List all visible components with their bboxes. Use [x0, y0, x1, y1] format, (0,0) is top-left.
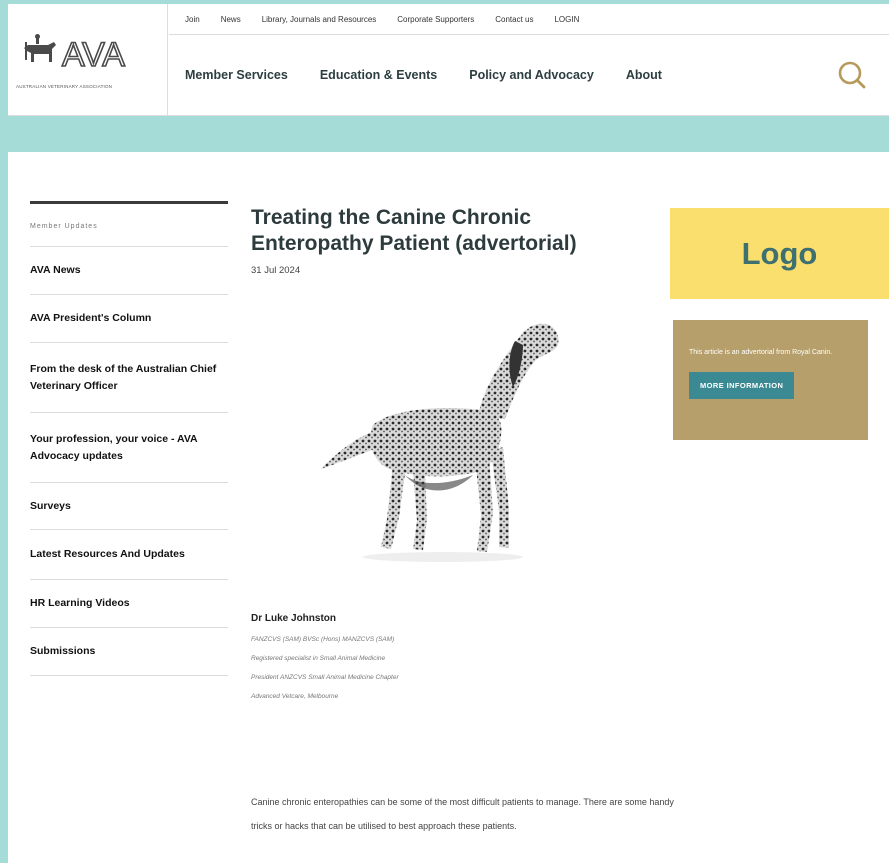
main-nav-about[interactable]: About [626, 68, 662, 82]
teal-frame-left [0, 0, 8, 863]
top-nav-join[interactable]: Join [185, 15, 200, 24]
advertorial-note: This article is an advertorial from Roya… [689, 349, 833, 356]
sidebar-item-hr-learning-videos[interactable]: HR Learning Videos [30, 580, 228, 628]
teal-banner [8, 116, 889, 152]
sidebar-item-surveys[interactable]: Surveys [30, 483, 228, 530]
article-title: Treating the Canine Chronic Enteropathy … [251, 206, 577, 255]
main-nav-member-services[interactable]: Member Services [185, 68, 288, 82]
sidebar-item-submissions[interactable]: Submissions [30, 628, 228, 676]
main-nav: Member Services Education & Events Polic… [169, 35, 889, 115]
search-icon[interactable] [837, 60, 867, 90]
article-body: Canine chronic enteropathies can be some… [251, 797, 674, 831]
sidebar-item-chief-veterinary-officer[interactable]: From the desk of the Australian Chief Ve… [30, 343, 228, 413]
top-nav-library[interactable]: Library, Journals and Resources [262, 15, 377, 24]
author-name: Dr Luke Johnston [251, 613, 337, 624]
ava-logo[interactable]: AVA AUSTRALIAN VETERINARY ASSOCIATION [8, 4, 168, 116]
top-nav-login[interactable]: LOGIN [554, 15, 579, 24]
logo-subtitle: AUSTRALIAN VETERINARY ASSOCIATION [16, 84, 113, 89]
main-nav-education-events[interactable]: Education & Events [320, 68, 437, 82]
sidebar-item-ava-news[interactable]: AVA News [30, 247, 228, 295]
sidebar-section-label: Member Updates [30, 204, 228, 247]
author-credential: Advanced Vetcare, Melbourne [251, 693, 339, 700]
author-credential: President ANZCVS Small Animal Medicine C… [251, 674, 399, 681]
main-nav-policy-advocacy[interactable]: Policy and Advocacy [469, 68, 594, 82]
author-credential: FANZCVS (SAM) BVSc (Hons) MANZCVS (SAM) [251, 636, 395, 643]
top-nav-contact[interactable]: Contact us [495, 15, 533, 24]
top-nav: Join News Library, Journals and Resource… [169, 4, 889, 35]
logo-placeholder-text: Logo [741, 235, 818, 271]
top-nav-news[interactable]: News [221, 15, 241, 24]
ava-horse-rider-icon: AVA [24, 34, 126, 74]
top-nav-corporate-supporters[interactable]: Corporate Supporters [397, 15, 474, 24]
more-information-button[interactable]: MORE INFORMATION [689, 372, 795, 399]
sidebar-item-advocacy-updates[interactable]: Your profession, your voice - AVA Advoca… [30, 413, 228, 483]
author-block: Dr Luke Johnston FANZCVS (SAM) BVSc (Hon… [251, 613, 651, 700]
svg-text:AVA: AVA [62, 36, 125, 74]
author-credential: Registered specialist in Small Animal Me… [251, 655, 386, 662]
setter-dog-image [321, 323, 559, 562]
article-header: Treating the Canine Chronic Enteropathy … [251, 205, 651, 276]
site-header: AVA AUSTRALIAN VETERINARY ASSOCIATION Jo… [8, 4, 889, 116]
sidebar-item-presidents-column[interactable]: AVA President's Column [30, 295, 228, 343]
sidebar-item-latest-resources[interactable]: Latest Resources And Updates [30, 530, 228, 580]
article-date: 31 Jul 2024 [251, 265, 301, 276]
logo-placeholder: Logo [670, 208, 889, 299]
advertorial-box: This article is an advertorial from Roya… [673, 320, 868, 440]
sidebar-nav: Member Updates AVA News AVA President's … [30, 201, 228, 676]
